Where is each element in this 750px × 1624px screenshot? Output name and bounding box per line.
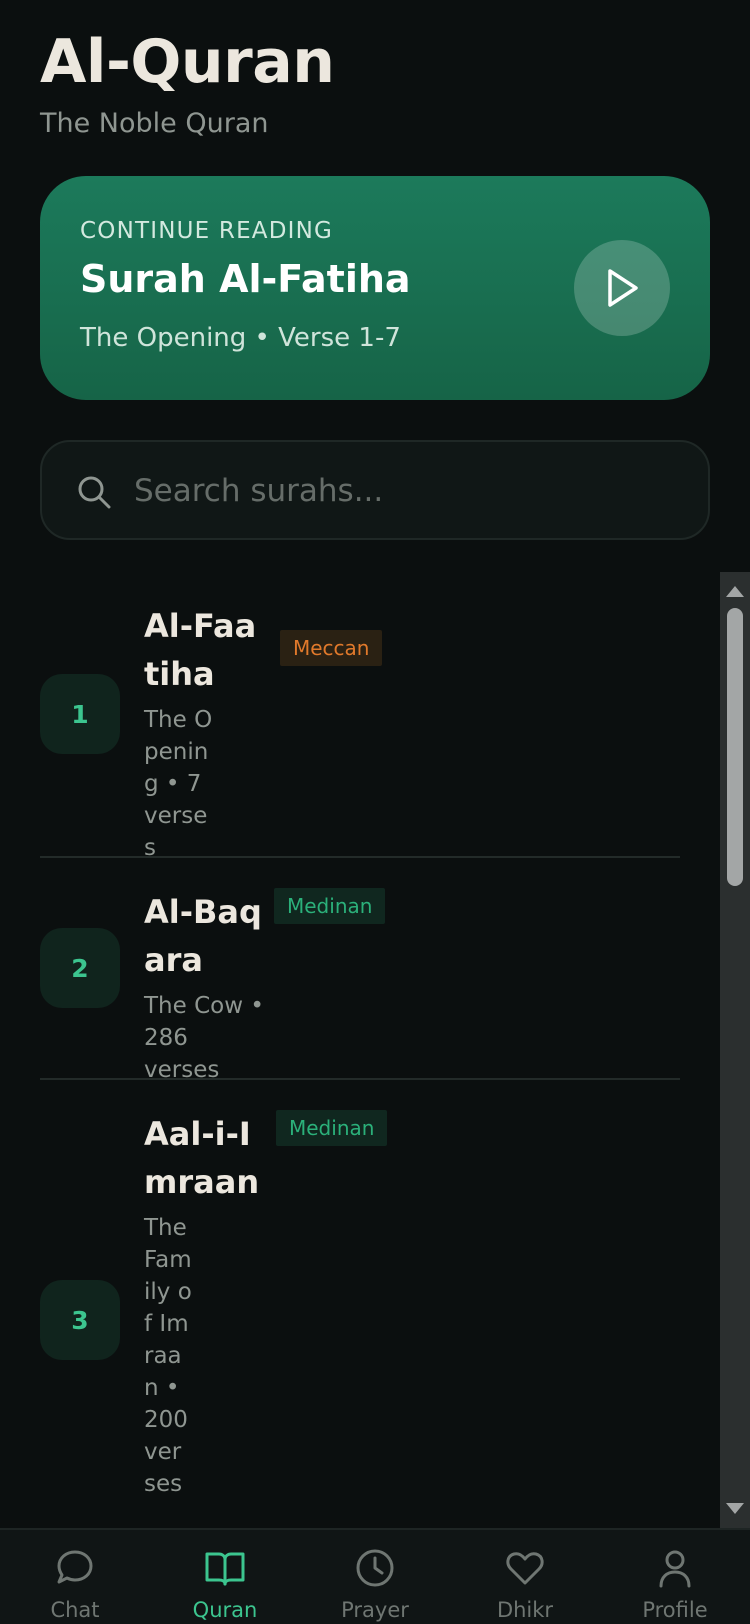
continue-reading-surah: Surah Al-Fatiha [80, 257, 411, 301]
play-button[interactable] [574, 240, 670, 336]
surah-name: Al-Baqara [144, 893, 262, 979]
tab-label: Chat [50, 1598, 100, 1622]
play-icon [608, 269, 638, 307]
surah-row-3[interactable]: 3 Aal-i-Imraan The Family of Imraan • 20… [40, 1080, 680, 1528]
continue-reading-card[interactable]: CONTINUE READING Surah Al-Fatiha The Ope… [40, 176, 710, 400]
tab-dhikr[interactable]: Dhikr [450, 1530, 600, 1624]
surah-number-badge: 3 [40, 1280, 120, 1360]
page-subtitle: The Noble Quran [40, 108, 269, 139]
surah-number-badge: 2 [40, 928, 120, 1008]
open-book-icon [205, 1552, 245, 1586]
tab-prayer[interactable]: Prayer [300, 1530, 450, 1624]
tab-label: Prayer [341, 1598, 409, 1622]
search-icon [78, 476, 111, 509]
surah-info: Al-Baqara The Cow • 286 verses [144, 888, 268, 1086]
tab-profile[interactable]: Profile [600, 1530, 750, 1624]
surah-meta: The Cow • 286 verses [144, 993, 264, 1083]
tab-quran[interactable]: Quran [150, 1530, 300, 1624]
surah-name: Aal-i-Imraan [144, 1115, 260, 1201]
tab-label: Dhikr [496, 1598, 554, 1622]
tab-label: Profile [642, 1598, 708, 1622]
surah-type-tag: Medinan [276, 1110, 388, 1146]
surah-row-2[interactable]: 2 Al-Baqara The Cow • 286 verses Medinan [40, 858, 680, 1083]
continue-reading-detail: The Opening • Verse 1-7 [80, 323, 401, 353]
heart-icon [506, 1552, 544, 1585]
surah-info: Aal-i-Imraan The Family of Imraan • 200 … [144, 1110, 268, 1500]
surah-type-tag: Medinan [274, 888, 386, 924]
scroll-down-arrow-icon[interactable] [726, 1503, 744, 1514]
scroll-up-arrow-icon[interactable] [726, 586, 744, 597]
quran-screen: Al-Quran The Noble Quran CONTINUE READIN… [0, 0, 750, 1624]
surah-meta: The Family of Imraan • 200 verses [144, 1215, 192, 1497]
chat-bubble-icon [57, 1550, 93, 1584]
bottom-tab-bar: Chat Quran Prayer Dhikr Profile [0, 1528, 750, 1624]
surah-list[interactable]: 1 Al-Faatiha The Opening • 7 verses Mecc… [0, 572, 720, 1528]
list-scrollbar[interactable] [720, 572, 750, 1528]
surah-name: Al-Faatiha [144, 607, 257, 693]
surah-row-1[interactable]: 1 Al-Faatiha The Opening • 7 verses Mecc… [40, 572, 680, 861]
person-icon [659, 1550, 691, 1588]
surah-type-tag: Meccan [280, 630, 383, 666]
scrollbar-thumb[interactable] [727, 608, 743, 886]
tab-chat[interactable]: Chat [0, 1530, 150, 1624]
surah-info: Al-Faatiha The Opening • 7 verses [144, 602, 268, 864]
clock-icon [356, 1549, 394, 1587]
surah-meta: The Opening • 7 verses [144, 707, 213, 861]
page-title: Al-Quran [40, 27, 335, 97]
surah-number-badge: 1 [40, 674, 120, 754]
search-bar[interactable] [40, 440, 710, 540]
continue-reading-label: CONTINUE READING [80, 218, 334, 244]
tab-label: Quran [192, 1598, 258, 1622]
search-input[interactable] [134, 462, 674, 520]
